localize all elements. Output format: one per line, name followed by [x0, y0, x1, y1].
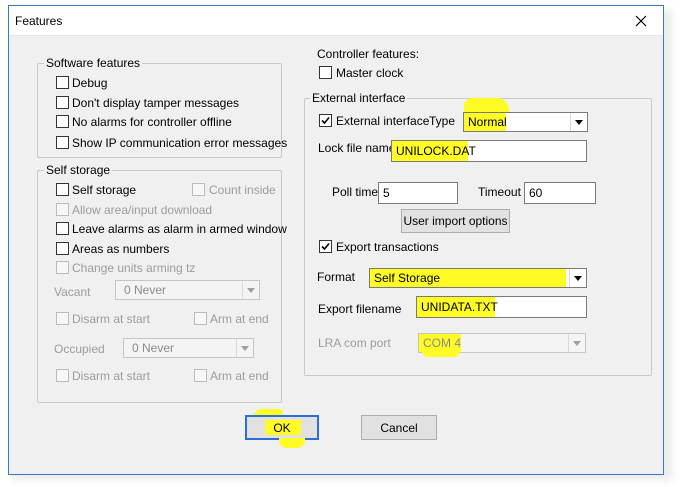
master-clock-label[interactable]: Master clock — [336, 66, 403, 80]
export-filename-value: UNIDATA.TXT — [421, 300, 498, 314]
poll-time-value: 5 — [383, 186, 390, 200]
format-label: Format — [317, 270, 356, 284]
occupied-disarm-label[interactable]: Disarm at start — [72, 369, 150, 383]
vacant-select-value: 0 Never — [124, 283, 167, 297]
debug-checkbox[interactable] — [56, 76, 69, 89]
controller-features-label: Controller features: — [317, 47, 420, 61]
lra-port-dropdown-arrow[interactable] — [568, 334, 585, 352]
software-features-legend: Software features — [44, 56, 143, 70]
lra-port-label: LRA com port — [318, 336, 391, 350]
timeout-input[interactable]: 60 — [524, 182, 596, 204]
count-inside-checkbox[interactable] — [192, 183, 205, 196]
user-import-options-button[interactable]: User import options — [401, 209, 510, 233]
leave-alarms-label[interactable]: Leave alarms as alarm in armed window — [72, 222, 287, 236]
self-storage-legend: Self storage — [44, 163, 113, 177]
export-filename-label: Export filename — [318, 302, 402, 316]
export-filename-input[interactable]: UNIDATA.TXT — [416, 296, 587, 318]
vacant-disarm-label[interactable]: Disarm at start — [72, 312, 150, 326]
type-label: Type — [429, 114, 456, 128]
lra-port-value: COM 4 — [423, 336, 462, 350]
chevron-down-icon — [575, 119, 583, 125]
occupied-disarm-checkbox[interactable] — [56, 369, 69, 382]
type-select-value: Normal — [468, 115, 507, 129]
ok-label: OK — [273, 420, 291, 435]
self-storage-label[interactable]: Self storage — [72, 183, 136, 197]
external-interface-checkbox[interactable] — [319, 114, 332, 127]
change-units-label[interactable]: Change units arming tz — [72, 261, 195, 275]
no-offline-alarms-checkbox[interactable] — [56, 115, 69, 128]
chevron-down-icon — [574, 275, 582, 281]
vacant-label: Vacant — [54, 285, 91, 299]
external-interface-legend: External interface — [310, 91, 408, 105]
cancel-label: Cancel — [380, 420, 418, 435]
change-units-checkbox[interactable] — [56, 261, 69, 274]
title-bar[interactable]: Features — [9, 6, 663, 36]
export-transactions-checkbox[interactable] — [319, 240, 332, 253]
occupied-label: Occupied — [54, 342, 105, 356]
allow-download-label[interactable]: Allow area/input download — [72, 203, 212, 217]
debug-label[interactable]: Debug — [72, 76, 107, 90]
external-interface-label[interactable]: External interface — [336, 114, 429, 128]
close-button[interactable] — [619, 6, 663, 35]
lock-file-input[interactable]: UNILOCK.DAT — [391, 140, 587, 162]
close-icon — [635, 15, 647, 26]
vacant-select[interactable]: 0 Never — [115, 280, 260, 300]
occupied-arm-label[interactable]: Arm at end — [210, 369, 269, 383]
export-transactions-label[interactable]: Export transactions — [336, 240, 439, 254]
poll-time-input[interactable]: 5 — [378, 182, 458, 204]
no-tamper-messages-label[interactable]: Don't display tamper messages — [72, 96, 239, 110]
chevron-down-icon — [241, 345, 249, 351]
timeout-value: 60 — [529, 186, 543, 200]
show-ip-errors-checkbox[interactable] — [56, 136, 69, 149]
occupied-arm-checkbox[interactable] — [194, 369, 207, 382]
occupied-select[interactable]: 0 Never — [123, 338, 254, 358]
lock-file-value: UNILOCK.DAT — [396, 144, 476, 158]
format-select[interactable]: Self Storage — [369, 268, 587, 288]
count-inside-label[interactable]: Count inside — [209, 183, 276, 197]
ok-button[interactable]: OK — [245, 415, 319, 440]
checkmark-icon — [321, 242, 330, 251]
type-dropdown-arrow[interactable] — [570, 113, 587, 131]
vacant-dropdown-arrow[interactable] — [242, 281, 259, 299]
lock-file-label: Lock file name — [318, 141, 396, 155]
leave-alarms-checkbox[interactable] — [56, 222, 69, 235]
window-title: Features — [15, 14, 63, 28]
format-dropdown-arrow[interactable] — [569, 269, 586, 287]
occupied-select-value: 0 Never — [132, 341, 175, 355]
occupied-dropdown-arrow[interactable] — [236, 339, 253, 357]
vacant-disarm-checkbox[interactable] — [56, 312, 69, 325]
checkmark-icon — [321, 116, 330, 125]
no-offline-alarms-label[interactable]: No alarms for controller offline — [72, 115, 232, 129]
areas-numbers-label[interactable]: Areas as numbers — [72, 242, 169, 256]
cancel-button[interactable]: Cancel — [361, 415, 437, 440]
no-tamper-messages-checkbox[interactable] — [56, 96, 69, 109]
user-import-options-label: User import options — [403, 214, 508, 228]
format-select-value: Self Storage — [374, 271, 441, 285]
poll-time-label: Poll time — [332, 185, 379, 199]
chevron-down-icon — [573, 340, 581, 346]
chevron-down-icon — [247, 287, 255, 293]
vacant-arm-checkbox[interactable] — [194, 312, 207, 325]
features-dialog: Features Software features Debug Don't d… — [8, 5, 664, 475]
self-storage-checkbox[interactable] — [56, 183, 69, 196]
type-select[interactable]: Normal — [463, 112, 588, 132]
allow-download-checkbox[interactable] — [56, 203, 69, 216]
master-clock-checkbox[interactable] — [319, 66, 332, 79]
show-ip-errors-label[interactable]: Show IP communication error messages — [72, 136, 287, 150]
areas-numbers-checkbox[interactable] — [56, 242, 69, 255]
vacant-arm-label[interactable]: Arm at end — [210, 312, 269, 326]
timeout-label: Timeout — [478, 185, 521, 199]
